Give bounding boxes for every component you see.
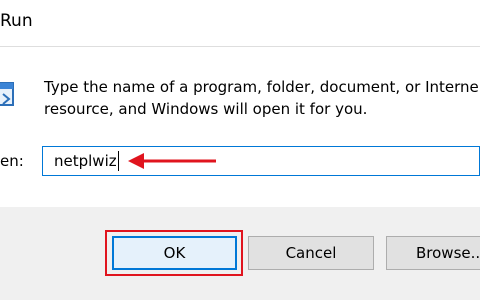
ok-button[interactable]: OK [112, 236, 237, 270]
window-title: Run [0, 11, 33, 31]
open-label: en: [0, 152, 24, 170]
open-input[interactable]: netplwiz [42, 146, 480, 176]
description-line-1: Type the name of a program, folder, docu… [44, 78, 479, 96]
cancel-button[interactable]: Cancel [248, 236, 374, 270]
run-dialog: Run Type the name of a program, folder, … [0, 0, 480, 300]
description-line-2: resource, and Windows will open it for y… [44, 100, 368, 118]
title-divider [0, 46, 480, 47]
run-description: Type the name of a program, folder, docu… [44, 76, 479, 120]
text-caret [118, 151, 119, 171]
red-arrow-pointer-icon [128, 153, 216, 169]
browse-button[interactable]: Browse... [386, 236, 480, 270]
title-bar[interactable]: Run [0, 0, 480, 46]
open-input-value: netplwiz [54, 152, 117, 170]
run-program-icon [0, 82, 14, 106]
